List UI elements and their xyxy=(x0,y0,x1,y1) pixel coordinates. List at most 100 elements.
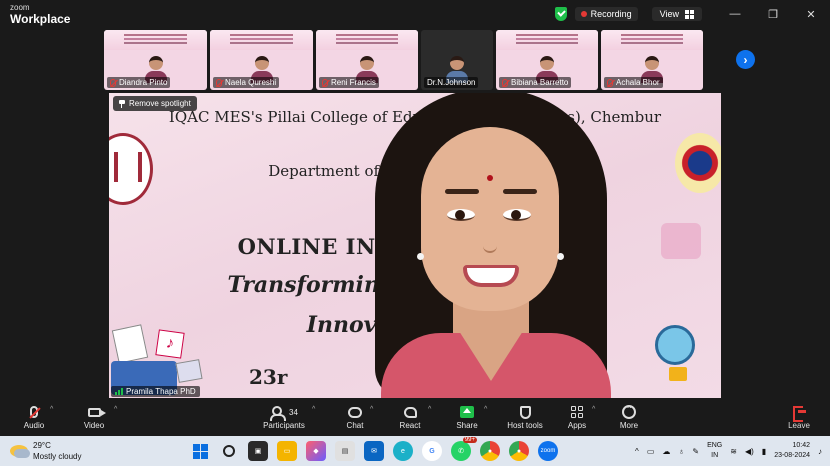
notifications-bell-icon[interactable]: ♪ xyxy=(818,447,822,456)
react-options-caret-icon[interactable]: ^ xyxy=(428,406,431,413)
react-label: React xyxy=(399,421,421,430)
zoom-taskbar-button[interactable]: zoom xyxy=(538,441,558,461)
brand-small: zoom xyxy=(10,3,30,12)
participant-tile[interactable]: Naela Qureshi xyxy=(210,30,313,90)
mic-muted-icon xyxy=(110,78,116,87)
tray-overflow-chevron-icon[interactable]: ^ xyxy=(635,447,639,456)
more-button[interactable]: More xyxy=(616,402,642,430)
recording-dot-icon xyxy=(580,11,587,17)
chrome-icon: ● xyxy=(516,447,522,455)
title-bar: zoom Workplace Recording View — ❐ ✕ xyxy=(0,0,830,28)
volume-icon[interactable]: ◀) xyxy=(745,447,754,456)
participant-tile[interactable]: Reni Francis xyxy=(316,30,418,90)
search-button[interactable] xyxy=(219,441,239,461)
language-top: ENG xyxy=(707,442,723,449)
apps-options-caret-icon[interactable]: ^ xyxy=(592,406,595,413)
speaker-name: Pramila Thapa PhD xyxy=(126,387,196,396)
leave-button[interactable]: Leave xyxy=(786,403,812,430)
clock[interactable]: 10:42 23-08-2024 xyxy=(774,441,810,461)
chrome-icon: ● xyxy=(487,447,493,455)
microphone-icon[interactable]: ♁ xyxy=(678,447,684,456)
leave-label: Leave xyxy=(788,421,810,430)
more-label: More xyxy=(619,421,639,430)
picture-decoration xyxy=(175,359,203,383)
language-bottom: IN xyxy=(711,452,719,459)
participant-tile[interactable]: Achala Bhor xyxy=(601,30,703,90)
view-label: View xyxy=(659,9,679,19)
whatsapp-icon: ✆ xyxy=(458,448,464,455)
participants-icon xyxy=(270,406,287,421)
participant-name-tag: Bibiana Barretto xyxy=(499,77,572,88)
clock-time: 10:42 xyxy=(792,442,810,449)
share-label: Share xyxy=(456,421,478,430)
participant-tile[interactable]: Dr.N.Johnson xyxy=(421,30,493,90)
chat-options-caret-icon[interactable]: ^ xyxy=(370,406,373,413)
copilot-icon: ◆ xyxy=(313,448,319,455)
wifi-icon[interactable]: ≋ xyxy=(730,447,737,456)
start-button[interactable] xyxy=(190,441,210,461)
windows-taskbar: 29°C Mostly cloudy ▣ ▭ ◆ ▤ ✉ e G ✆ 99+ ● … xyxy=(0,436,830,466)
mic-off-icon xyxy=(30,406,38,418)
cloudy-weather-icon xyxy=(10,445,30,458)
chat-button[interactable]: Chat xyxy=(342,403,368,430)
restore-button[interactable]: ❐ xyxy=(754,0,792,28)
whatsapp-button[interactable]: ✆ 99+ xyxy=(451,437,477,461)
clock-date: 23-08-2024 xyxy=(774,452,810,459)
host-tools-label: Host tools xyxy=(507,421,543,430)
remove-spotlight-button[interactable]: Remove spotlight xyxy=(113,96,197,111)
participant-name-tag: Diandra Pinto xyxy=(107,77,171,88)
participant-name-tag: Achala Bhor xyxy=(604,77,663,88)
battery-status-icon[interactable]: ▮ xyxy=(762,447,766,456)
task-view-button[interactable]: ▣ xyxy=(248,441,268,461)
zoom-icon: zoom xyxy=(540,448,556,454)
encryption-shield-icon[interactable] xyxy=(554,7,567,21)
react-button[interactable]: React xyxy=(396,403,424,430)
google-button[interactable]: G xyxy=(422,441,442,461)
spotlight-video[interactable]: ♪ IQAC MES's Pillai College of Educa rch… xyxy=(109,93,721,398)
minimize-button[interactable]: — xyxy=(716,0,754,28)
edge-icon: e xyxy=(401,447,405,455)
system-tray: ^ ▭ ☁ ♁ ✎ ENG IN ≋ ◀) ▮ 10:42 23-08-2024… xyxy=(635,440,822,462)
file-explorer-button[interactable]: ▭ xyxy=(277,441,297,461)
search-icon xyxy=(223,445,235,457)
mail-icon: ✉ xyxy=(371,448,377,455)
speaker-name-tag: Pramila Thapa PhD xyxy=(111,386,200,397)
share-button[interactable]: Share xyxy=(454,403,480,430)
chrome-profile-button[interactable]: ● xyxy=(509,441,529,461)
language-indicator[interactable]: ENG IN xyxy=(707,441,722,461)
view-button[interactable]: View xyxy=(651,7,702,21)
share-options-caret-icon[interactable]: ^ xyxy=(484,406,487,413)
battery-icon[interactable]: ▭ xyxy=(647,447,655,456)
copilot-button[interactable]: ◆ xyxy=(306,441,326,461)
weather-widget[interactable]: 29°C Mostly cloudy xyxy=(10,440,81,462)
audio-button[interactable]: Audio xyxy=(20,403,48,430)
video-button[interactable]: Video xyxy=(80,403,108,430)
weather-text: Mostly cloudy xyxy=(33,452,82,461)
speaker-figure xyxy=(341,93,641,398)
host-tools-button[interactable]: Host tools xyxy=(504,403,546,430)
participant-tile[interactable]: Bibiana Barretto xyxy=(496,30,598,90)
mail-button[interactable]: ✉ xyxy=(364,441,384,461)
chrome-button[interactable]: ● xyxy=(480,441,500,461)
recording-indicator[interactable]: Recording xyxy=(574,7,638,21)
folder-icon: ▭ xyxy=(283,448,291,455)
mic-muted-icon xyxy=(322,78,328,87)
participants-options-caret-icon[interactable]: ^ xyxy=(312,406,315,413)
pin-icon xyxy=(119,99,125,108)
participants-count: 34 xyxy=(289,407,298,417)
cloud-sync-icon[interactable]: ☁ xyxy=(662,447,670,456)
chat-label: Chat xyxy=(346,421,364,430)
audio-options-caret-icon[interactable]: ^ xyxy=(50,406,53,413)
participant-name-tag: Naela Qureshi xyxy=(213,77,280,88)
next-page-button[interactable]: › xyxy=(736,50,755,69)
apps-button[interactable]: Apps xyxy=(564,403,590,430)
edge-button[interactable]: e xyxy=(393,441,413,461)
video-options-caret-icon[interactable]: ^ xyxy=(114,406,117,413)
participant-tile[interactable]: Diandra Pinto xyxy=(104,30,207,90)
apps-icon xyxy=(571,406,583,418)
participants-button[interactable]: 34 Participants xyxy=(258,403,310,430)
close-button[interactable]: ✕ xyxy=(792,0,830,28)
store-button[interactable]: ▤ xyxy=(335,441,355,461)
pen-icon[interactable]: ✎ xyxy=(692,447,699,456)
participant-name: Reni Francis xyxy=(331,78,376,87)
